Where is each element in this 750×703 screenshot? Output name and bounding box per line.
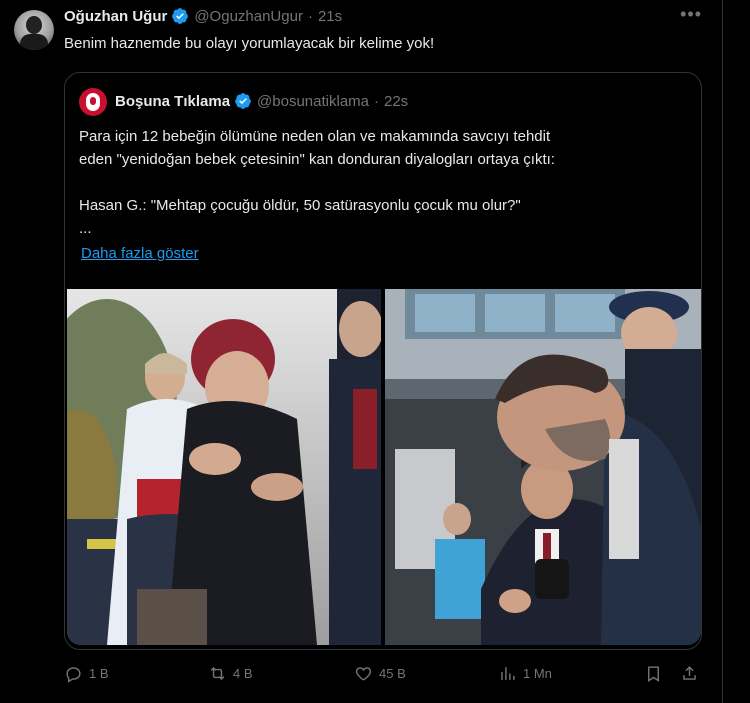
separator-dot: · xyxy=(374,92,379,110)
tweet-actions: 1 B 4 B 45 B 1 Mn xyxy=(64,660,704,690)
quote-text-line: Para için 12 bebeğin ölümüne neden olan … xyxy=(79,128,551,145)
author-handle[interactable]: @OguzhanUgur xyxy=(194,8,303,25)
tweet-time[interactable]: 21s xyxy=(318,8,342,25)
share-icon xyxy=(683,666,696,680)
right-strip xyxy=(723,0,750,703)
quote-header: Boşuna Tıklama @bosunatiklama · 22s xyxy=(115,90,408,112)
quoted-tweet[interactable]: Boşuna Tıklama @bosunatiklama · 22s Para… xyxy=(64,72,702,650)
quote-author-handle[interactable]: @bosunatiklama xyxy=(257,93,369,110)
like-icon xyxy=(355,667,372,681)
quote-text-line: ... xyxy=(79,220,92,237)
repost-count: 4 B xyxy=(233,666,253,681)
tweet-text: Benim haznemde bu olayı yorumlayacak bir… xyxy=(64,35,435,52)
reply-icon xyxy=(66,667,81,683)
repost-button[interactable]: 4 B xyxy=(208,664,253,683)
views-button[interactable]: 1 Mn xyxy=(498,664,552,683)
like-button[interactable]: 45 B xyxy=(354,664,406,683)
share-button[interactable] xyxy=(680,664,705,683)
author-name[interactable]: Oğuzhan Uğur xyxy=(64,8,167,25)
reply-button[interactable]: 1 B xyxy=(64,664,109,683)
bookmark-icon xyxy=(648,666,659,682)
quote-time[interactable]: 22s xyxy=(384,93,408,110)
verified-badge-icon xyxy=(235,93,251,109)
reply-count: 1 B xyxy=(89,666,109,681)
like-count: 45 B xyxy=(379,666,406,681)
tweet-header: Oğuzhan Uğur @OguzhanUgur · 21s xyxy=(64,6,342,26)
show-more-link[interactable]: Daha fazla göster xyxy=(81,245,199,262)
bookmark-button[interactable] xyxy=(644,664,669,683)
repost-icon xyxy=(210,666,225,681)
quote-photo-left[interactable] xyxy=(67,289,381,645)
views-count: 1 Mn xyxy=(523,666,552,681)
tweet[interactable]: Oğuzhan Uğur @OguzhanUgur · 21s ••• Beni… xyxy=(0,0,722,703)
quote-author-name[interactable]: Boşuna Tıklama xyxy=(115,93,230,110)
photo-woman-escorted xyxy=(67,289,381,645)
quote-text-spacer xyxy=(79,171,699,194)
views-icon xyxy=(501,667,515,680)
quote-text-line: Hasan G.: "Mehtap çocuğu öldür, 50 satür… xyxy=(79,197,521,214)
separator-dot: · xyxy=(307,7,313,25)
quote-text-line: eden "yenidoğan bebek çetesinin" kan don… xyxy=(79,151,555,168)
more-icon[interactable]: ••• xyxy=(680,4,702,25)
verified-badge-icon xyxy=(172,8,189,24)
author-avatar[interactable] xyxy=(14,10,54,50)
photo-man-escorted xyxy=(385,289,701,645)
quote-text: Para için 12 bebeğin ölümüne neden olan … xyxy=(79,125,699,240)
quote-author-avatar[interactable] xyxy=(79,88,107,116)
quote-photo-right[interactable] xyxy=(385,289,701,645)
